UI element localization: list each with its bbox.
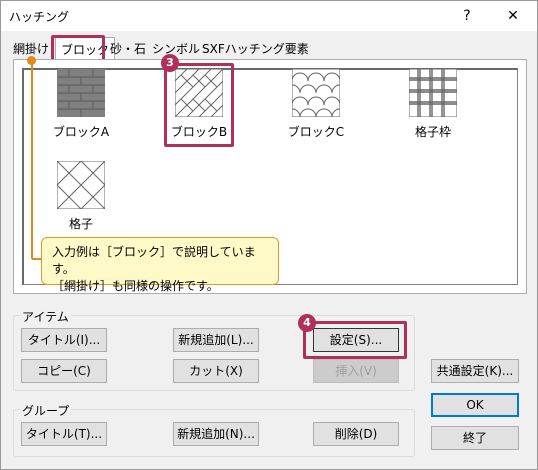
- pattern-label-block-a: ブロックA: [52, 125, 110, 139]
- item-copy-button[interactable]: コピー(C): [21, 359, 107, 383]
- step-4-badge: 4: [298, 314, 316, 332]
- pattern-lattice[interactable]: 格子: [36, 161, 126, 241]
- pattern-grid-frame[interactable]: 格子枠: [388, 69, 478, 149]
- pattern-label-lattice: 格子: [68, 217, 93, 231]
- dialog-title: ハッチング: [9, 10, 70, 24]
- tab-sxf-hatching[interactable]: SXFハッチング要素: [202, 39, 309, 59]
- pattern-label-grid-frame: 格子枠: [414, 125, 451, 139]
- hatching-dialog: ハッチング ? ✕ 網掛け ブロック 砂・石 シンボル SXFハッチング要素 ブ…: [0, 0, 538, 470]
- group-delete-button[interactable]: 削除(D): [313, 422, 399, 446]
- group-title-button[interactable]: タイトル(T)...: [21, 422, 107, 446]
- item-insert-button[interactable]: 挿入(V): [313, 359, 399, 383]
- item-title-button[interactable]: タイトル(I)...: [21, 328, 107, 352]
- grid-frame-pattern-icon: [409, 69, 457, 117]
- tab-sand-stone[interactable]: 砂・石: [110, 39, 146, 59]
- title-bar: ハッチング ? ✕: [1, 1, 537, 31]
- settings-highlight: [303, 321, 407, 359]
- pattern-block-c[interactable]: ブロックC: [271, 69, 361, 149]
- pointer-line: [31, 61, 33, 259]
- item-group-label: アイテム: [20, 308, 71, 325]
- help-button[interactable]: ?: [445, 1, 489, 31]
- group-add-button[interactable]: 新規追加(N)...: [173, 422, 259, 446]
- diagonal-lattice-pattern-icon: [57, 161, 105, 209]
- close-button[interactable]: ✕: [491, 1, 535, 31]
- brick-pattern-icon: [57, 69, 105, 117]
- tooltip-line-2: ［網掛け］も同様の操作です。: [52, 279, 219, 293]
- exit-button[interactable]: 終了: [431, 426, 519, 450]
- group-group-label: グループ: [20, 402, 72, 419]
- pattern-block-a[interactable]: ブロックA: [36, 69, 126, 149]
- instruction-tooltip: 入力例は［ブロック］で説明しています。 ［網掛け］も同様の操作です。: [41, 237, 279, 293]
- selected-pattern-highlight: [164, 63, 234, 147]
- step-3-badge: 3: [161, 54, 179, 72]
- pattern-label-block-c: ブロックC: [287, 125, 345, 139]
- item-add-button[interactable]: 新規追加(L)...: [173, 328, 259, 352]
- common-settings-button[interactable]: 共通設定(K)...: [431, 359, 519, 383]
- scale-pattern-icon: [292, 69, 340, 117]
- tooltip-line-1: 入力例は［ブロック］で説明しています。: [52, 245, 256, 276]
- ok-button[interactable]: OK: [431, 393, 519, 417]
- item-cut-button[interactable]: カット(X): [173, 359, 259, 383]
